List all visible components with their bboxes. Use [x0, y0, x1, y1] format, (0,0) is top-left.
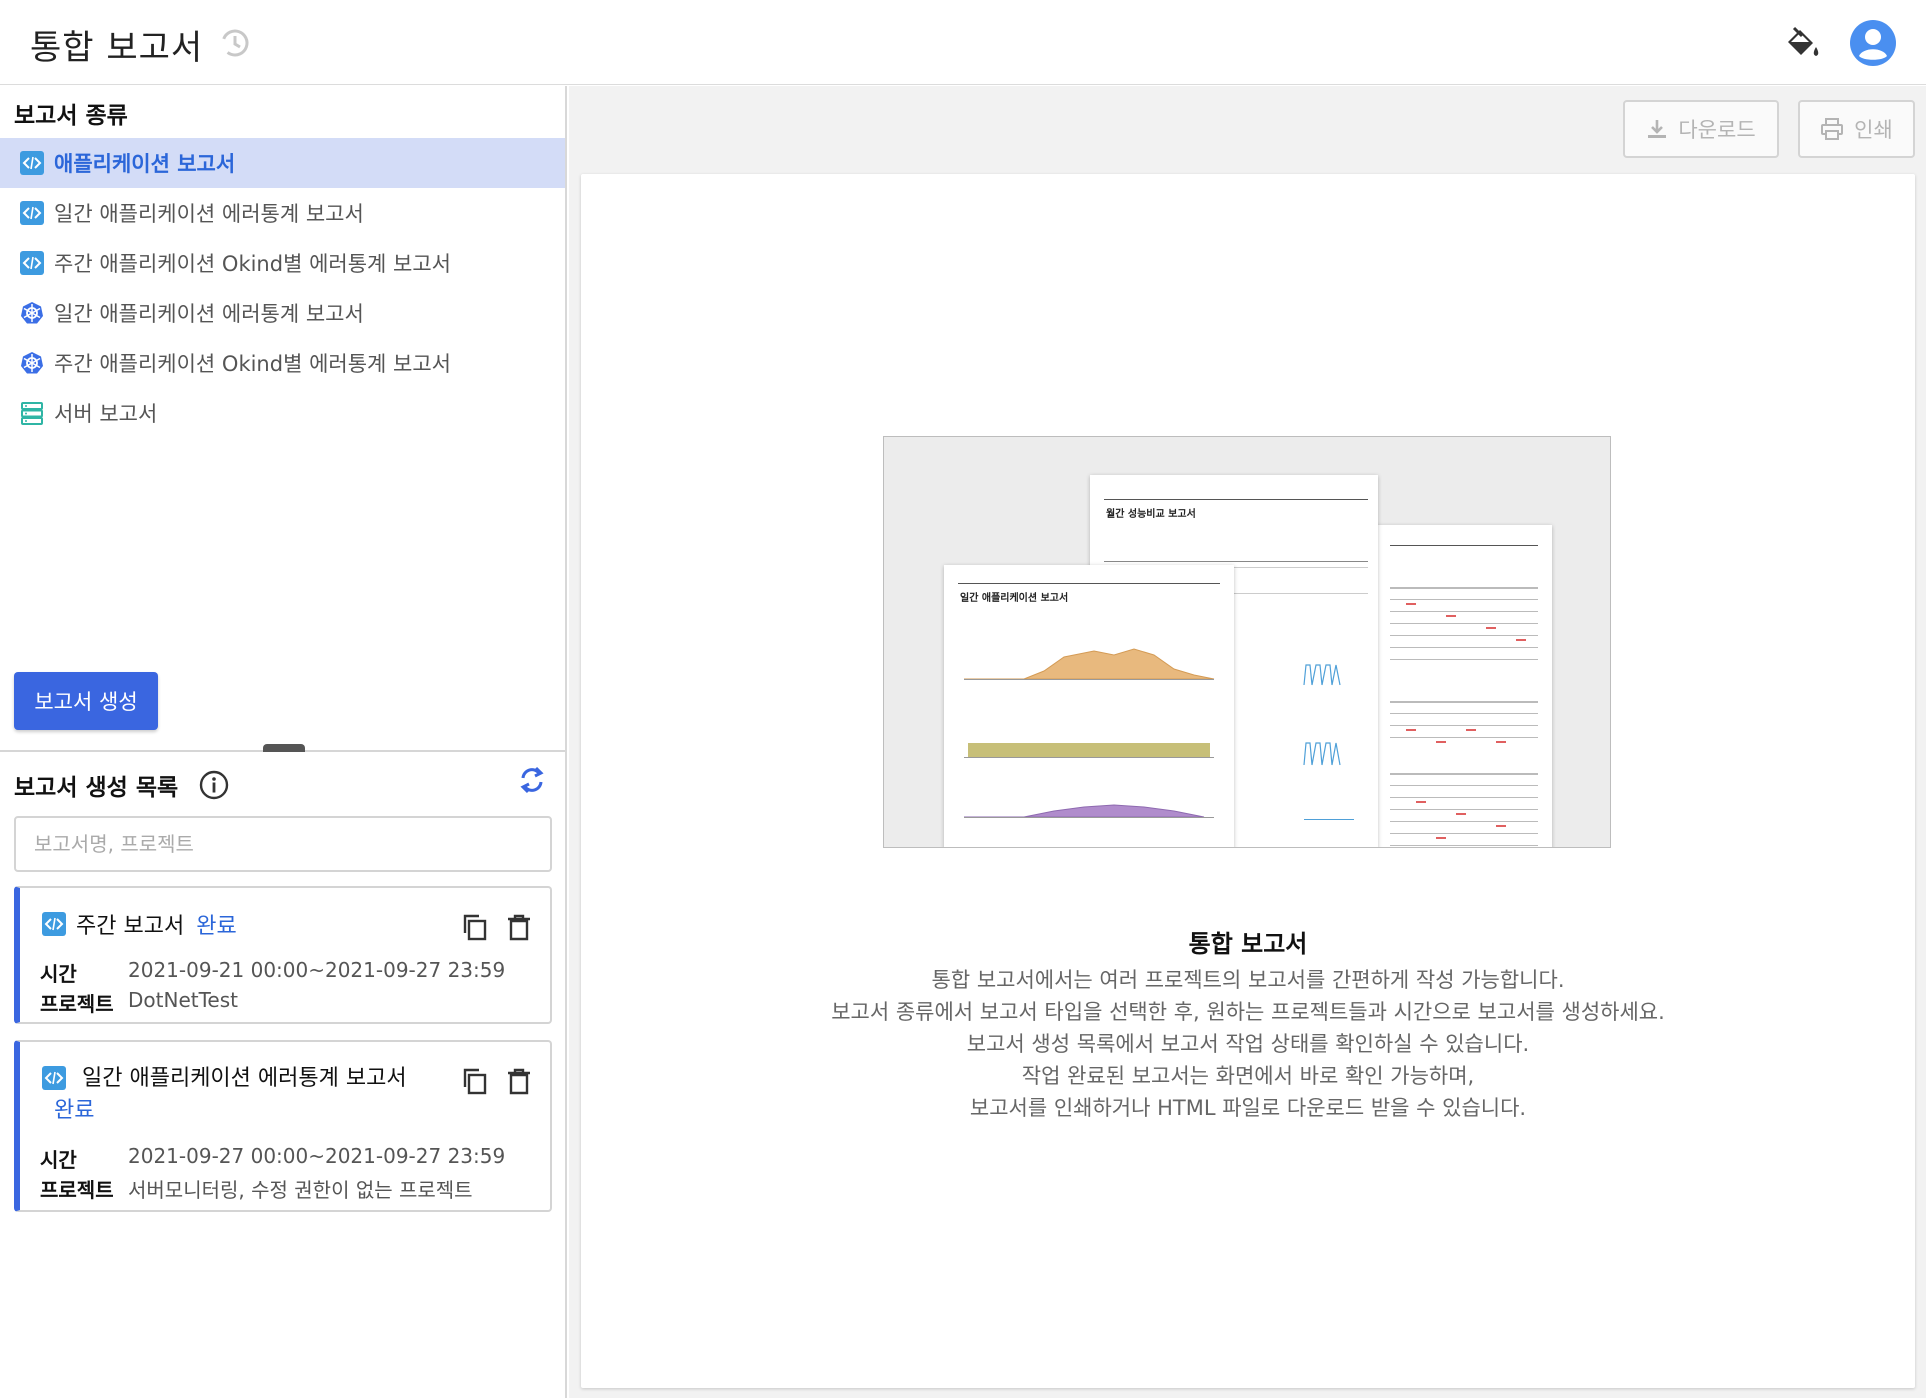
history-icon[interactable]	[218, 26, 252, 60]
trash-icon[interactable]	[504, 1066, 534, 1096]
refresh-icon[interactable]	[518, 764, 546, 796]
report-viewer-panel: 다운로드 인쇄 월간 성능비교 보고서 일간 애플리케이션 보고서 통합 보고서…	[569, 86, 1926, 1398]
preview-page-daily: 일간 애플리케이션 보고서	[944, 565, 1234, 847]
download-icon	[1648, 120, 1667, 138]
report-type-item[interactable]: 서버 보고서	[0, 388, 565, 438]
time-label: 시간	[40, 1148, 77, 1172]
report-card[interactable]: 일간 애플리케이션 에러통계 보고서 완료 시간 2021-09-27 00:0…	[14, 1040, 552, 1212]
report-type-item[interactable]: 주간 애플리케이션 Okind별 에러통계 보고서	[0, 238, 565, 288]
report-card-name: 일간 애플리케이션 에러통계 보고서	[82, 1066, 407, 1091]
intro-line: 보고서 생성 목록에서 보고서 작업 상태를 확인하실 수 있습니다.	[966, 1032, 1530, 1056]
report-type-label: 애플리케이션 보고서	[54, 152, 236, 176]
trash-icon[interactable]	[504, 912, 534, 942]
intro-line: 작업 완료된 보고서는 화면에서 바로 확인 가능하며,	[1021, 1064, 1475, 1088]
report-type-label: 서버 보고서	[54, 402, 158, 426]
page-title: 통합 보고서	[30, 28, 204, 68]
report-type-item[interactable]: 일간 애플리케이션 에러통계 보고서	[0, 288, 565, 338]
code-icon	[20, 201, 44, 225]
report-card-project-row: 프로젝트 서버모니터링, 수정 권한이 없는 프로젝트	[40, 1174, 473, 1203]
report-card-name: 주간 보고서	[76, 914, 185, 939]
report-type-item[interactable]: 주간 애플리케이션 Okind별 에러통계 보고서	[0, 338, 565, 388]
info-icon[interactable]	[198, 769, 230, 801]
code-icon	[20, 251, 44, 275]
server-icon	[21, 402, 43, 425]
preview-page-title: 월간 성능비교 보고서	[1106, 509, 1196, 520]
time-value: 2021-09-27 00:00~2021-09-27 23:59	[128, 1144, 506, 1168]
report-type-label: 주간 애플리케이션 Okind별 에러통계 보고서	[54, 352, 451, 376]
report-search-input[interactable]	[14, 816, 552, 872]
preview-page-title: 일간 애플리케이션 보고서	[960, 593, 1069, 604]
report-type-label: 일간 애플리케이션 에러통계 보고서	[54, 302, 364, 326]
report-document-area: 월간 성능비교 보고서 일간 애플리케이션 보고서 통합 보고서 통합 보고서에…	[581, 174, 1915, 1388]
print-button[interactable]: 인쇄	[1798, 100, 1915, 158]
left-panel: 보고서 종류 애플리케이션 보고서 일간 애플리케이션 에러통계 보고서 주간 …	[0, 86, 567, 1398]
download-label: 다운로드	[1678, 118, 1756, 142]
copy-icon[interactable]	[460, 1066, 490, 1096]
splitter-handle[interactable]	[263, 744, 305, 752]
paint-bucket-icon[interactable]	[1780, 22, 1822, 64]
copy-icon[interactable]	[460, 912, 490, 942]
preview-page-table	[1376, 525, 1552, 847]
project-value: DotNetTest	[128, 988, 238, 1012]
time-value: 2021-09-21 00:00~2021-09-27 23:59	[128, 958, 506, 982]
report-list-title: 보고서 생성 목록	[14, 775, 179, 801]
intro-line: 보고서 종류에서 보고서 타입을 선택한 후, 원하는 프로젝트들과 시간으로 …	[831, 1000, 1665, 1024]
report-card-status-line: 완료	[40, 1092, 94, 1124]
kubernetes-icon	[21, 302, 43, 324]
create-report-button[interactable]: 보고서 생성	[14, 672, 158, 730]
code-icon	[42, 1066, 66, 1090]
print-label: 인쇄	[1854, 118, 1893, 142]
download-button[interactable]: 다운로드	[1623, 100, 1779, 158]
intro-line: 통합 보고서에서는 여러 프로젝트의 보고서를 간편하게 작성 가능합니다.	[931, 968, 1565, 992]
status-badge: 완료	[196, 914, 237, 939]
report-preview-image: 월간 성능비교 보고서 일간 애플리케이션 보고서	[883, 436, 1611, 848]
report-card[interactable]: 주간 보고서 완료 시간 2021-09-21 00:00~2021-09-27 …	[14, 886, 552, 1024]
report-type-item[interactable]: 일간 애플리케이션 에러통계 보고서	[0, 188, 565, 238]
code-icon	[20, 151, 44, 175]
report-type-item[interactable]: 애플리케이션 보고서	[0, 138, 565, 188]
report-card-title: 주간 보고서 완료	[76, 908, 237, 940]
intro-description: 통합 보고서에서는 여러 프로젝트의 보고서를 간편하게 작성 가능합니다. 보…	[581, 964, 1915, 1124]
report-type-list: 애플리케이션 보고서 일간 애플리케이션 에러통계 보고서 주간 애플리케이션 …	[0, 138, 565, 438]
project-value: 서버모니터링, 수정 권한이 없는 프로젝트	[128, 1178, 473, 1202]
code-icon	[42, 912, 66, 936]
intro-heading: 통합 보고서	[1188, 930, 1308, 958]
report-types-title: 보고서 종류	[14, 103, 128, 129]
preview-daily-graphic	[958, 583, 1220, 818]
account-circle-icon[interactable]	[1850, 20, 1896, 66]
report-type-label: 주간 애플리케이션 Okind별 에러통계 보고서	[54, 252, 451, 276]
report-type-label: 일간 애플리케이션 에러통계 보고서	[54, 202, 364, 226]
status-badge: 완료	[54, 1098, 95, 1123]
kubernetes-icon	[21, 352, 43, 374]
report-card-title: 일간 애플리케이션 에러통계 보고서	[82, 1060, 407, 1092]
report-card-project-row: 프로젝트 DotNetTest	[40, 988, 238, 1017]
preview-table-graphic	[1390, 545, 1538, 846]
report-card-time-row: 시간 2021-09-21 00:00~2021-09-27 23:59	[40, 958, 505, 987]
report-card-time-row: 시간 2021-09-27 00:00~2021-09-27 23:59	[40, 1144, 505, 1173]
project-label: 프로젝트	[40, 992, 114, 1016]
project-label: 프로젝트	[40, 1178, 114, 1202]
time-label: 시간	[40, 962, 77, 986]
print-icon	[1821, 118, 1844, 140]
top-app-bar: 통합 보고서	[0, 0, 1926, 85]
intro-line: 보고서를 인쇄하거나 HTML 파일로 다운로드 받을 수 있습니다.	[969, 1096, 1527, 1120]
